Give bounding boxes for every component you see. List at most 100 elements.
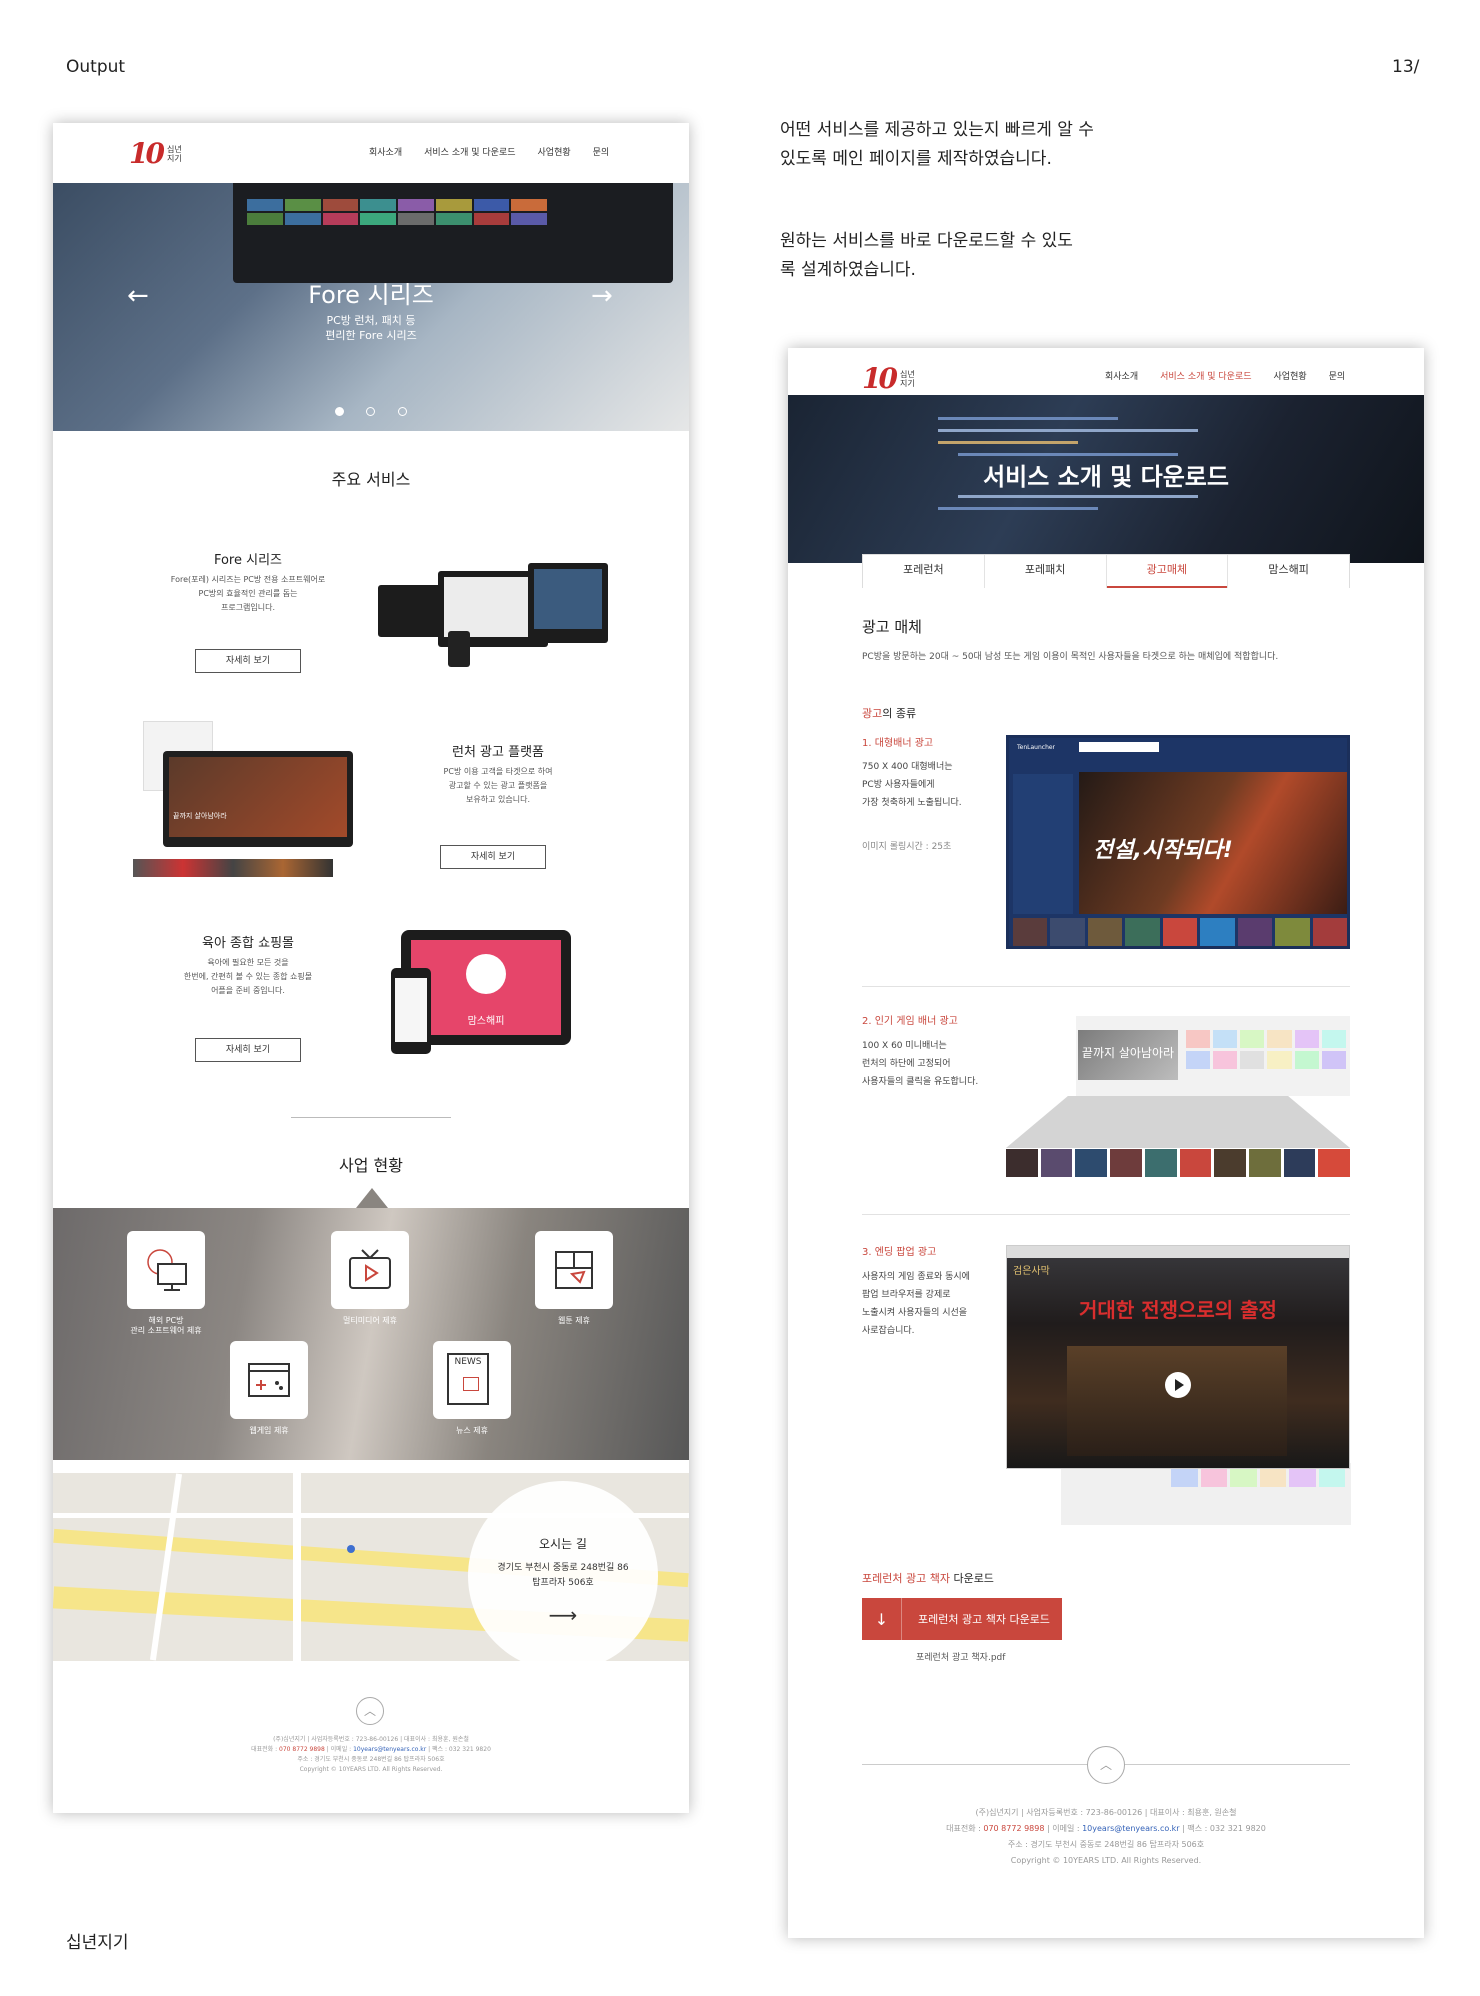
service-fore-desc: Fore(포레) 시리즈는 PC방 전용 소프트웨어로 PC방의 효율적인 관리… [153, 573, 343, 615]
business-label-overseas: 해외 PC방 관리 소프트웨어 제휴 [116, 1316, 216, 1336]
service-shop-desc: 육아에 필요한 모든 것을 한번에, 간편히 볼 수 있는 종합 쇼핑몰 어플을… [153, 956, 343, 998]
nav-right-company[interactable]: 회사소개 [1105, 369, 1138, 382]
service-launcher-more-button[interactable]: 자세히 보기 [440, 845, 546, 869]
map-road-vertical-1 [293, 1473, 301, 1661]
ad2-thumb-7 [1214, 1149, 1246, 1177]
globe-monitor-icon-svg [147, 1249, 187, 1291]
logo-text-right-2: 지기 [899, 378, 915, 388]
main-page-mockup: 10 십년 지기 회사소개 서비스 소개 및 다운로드 사업현황 문의 Fore … [53, 123, 689, 1813]
ad1-thumb-1 [1013, 918, 1048, 946]
business-label-overseas-2: 관리 소프트웨어 제휴 [130, 1326, 202, 1335]
logo[interactable]: 10 십년 지기 [129, 137, 182, 170]
ad2-thumb-10 [1318, 1149, 1351, 1177]
download-button[interactable]: ↓ 포레런처 광고 책자 다운로드 [862, 1598, 1062, 1640]
nav-right-contact[interactable]: 문의 [1329, 369, 1346, 382]
globe-monitor-icon[interactable] [127, 1231, 205, 1309]
ad1-game-text: 전설,시작되다! [1093, 838, 1233, 863]
nav-item-services[interactable]: 서비스 소개 및 다운로드 [424, 145, 515, 158]
hero-next-arrow-icon[interactable]: → [591, 281, 613, 311]
ad2-tile-3 [1240, 1030, 1265, 1048]
ad2-thumb-6 [1179, 1149, 1212, 1177]
footer-email[interactable]: 10years@tenyears.co.kr [353, 1746, 426, 1753]
hero-dot-1[interactable] [335, 407, 344, 416]
map-road-vertical-2 [149, 1473, 183, 1661]
logo-text-right-1: 십년 [899, 369, 915, 379]
banner-code-line-3 [938, 441, 1078, 444]
ad-kinds-title-red: 광고 [862, 707, 883, 720]
launcher-monitor: 끝까지 살아남아라 [163, 751, 353, 847]
ad3-castle [1067, 1346, 1287, 1456]
footer-line-2: 대표전화 : 070 8772 9898 | 이메일 : 10years@ten… [53, 1745, 689, 1755]
service-shop-more-button[interactable]: 자세히 보기 [195, 1038, 301, 1062]
business-label-overseas-1: 해외 PC방 [148, 1316, 184, 1325]
hero-subtitle-1: PC방 런처, 패치 등 [326, 314, 416, 327]
ad3-tile-4 [1259, 1469, 1286, 1487]
ad1-desc-1: 750 X 400 대형배너는 [862, 762, 953, 772]
ad-kinds-title-rest: 의 종류 [882, 707, 917, 720]
tab-fore-patch[interactable]: 포레패치 [985, 555, 1107, 588]
service-fore-more-button[interactable]: 자세히 보기 [195, 649, 301, 673]
ad2-tiles [1186, 1030, 1346, 1069]
footer-line-1: (주)십년지기 | 사업자등록번호 : 723-86-00126 | 대표이사 … [273, 1736, 469, 1743]
ad-divider-1 [862, 986, 1350, 987]
ad3-tile-6 [1318, 1469, 1345, 1487]
hero-prev-arrow-icon[interactable]: ← [127, 281, 149, 311]
banner-code-line-6 [938, 507, 1098, 510]
banner-code-line-1 [938, 417, 1118, 420]
footer-text: (주)십년지기 | 사업자등록번호 : 723-86-00126 | 대표이사 … [53, 1735, 689, 1775]
game-window-icon-svg [248, 1363, 290, 1397]
ad3-desc-4: 사로잡습니다. [862, 1326, 915, 1336]
ad2-tile-5 [1294, 1030, 1319, 1048]
ad3-play-icon[interactable] [1165, 1372, 1191, 1398]
footer-right-email[interactable]: 10years@tenyears.co.kr [1082, 1824, 1180, 1833]
ad1-thumb-row [1013, 918, 1347, 946]
footer-right-email-label: | 이메일 : [1044, 1824, 1083, 1833]
game-window-icon[interactable] [230, 1341, 308, 1419]
ad1-thumb-8 [1275, 918, 1310, 946]
tab-fore-launcher[interactable]: 포레런처 [863, 555, 985, 588]
news-icon[interactable]: NEWS [433, 1341, 511, 1419]
nav-right-services[interactable]: 서비스 소개 및 다운로드 [1160, 369, 1251, 382]
ad3-desc-3: 노출시켜 사용자들의 시선을 [862, 1308, 968, 1318]
launcher-screen [169, 757, 347, 837]
ad2-thumb-1 [1006, 1149, 1038, 1177]
footer-right-phone-label: 대표전화 : [946, 1824, 984, 1833]
download-file-name[interactable]: 포레런처 광고 책자.pdf [916, 1650, 1005, 1663]
hero-dot-3[interactable] [398, 407, 407, 416]
logo-text-2: 지기 [166, 153, 182, 163]
hero-dot-2[interactable] [366, 407, 375, 416]
ad2-desc-2: 런처의 하단에 고정되어 [862, 1059, 951, 1069]
business-section: 해외 PC방 관리 소프트웨어 제휴 멀티미디어 제휴 웹툰 제휴 웹게임 제휴 … [53, 1208, 689, 1460]
hero-subtitle-2: 편리한 Fore 시리즈 [325, 329, 417, 342]
news-icon-box [463, 1377, 479, 1391]
ad2-thumb-row [1006, 1149, 1351, 1177]
service-launcher-desc-1: PC방 이용 고객을 타겟으로 하여 [443, 767, 553, 776]
tab-ad-media[interactable]: 광고매체 [1106, 555, 1229, 588]
scroll-top-icon[interactable]: ︿ [356, 1697, 384, 1725]
ad2-tile-4 [1267, 1030, 1292, 1048]
webtoon-icon[interactable] [535, 1231, 613, 1309]
description-download: 원하는 서비스를 바로 다운로드할 수 있도록 설계하였습니다. [780, 231, 1073, 280]
banner-code-line-2 [938, 429, 1198, 432]
service-shop-desc-1: 육아에 필요한 모든 것을 [207, 958, 289, 967]
ad2-thumb-4 [1110, 1149, 1142, 1177]
nav-item-company[interactable]: 회사소개 [369, 145, 402, 158]
scroll-top-icon-right[interactable]: ︿ [1087, 1746, 1125, 1784]
nav-item-contact[interactable]: 문의 [593, 145, 610, 158]
location-map[interactable]: 오시는 길 경기도 부천시 중동로 248번길 86 탑프라자 506호 ⟶ [53, 1473, 689, 1661]
footer-line-4: Copyright © 10YEARS LTD. All Rights Rese… [299, 1766, 443, 1773]
tv-play-icon[interactable] [331, 1231, 409, 1309]
footer-email-label: | 이메일 : [324, 1746, 354, 1753]
logo-mark-right: 10 [862, 362, 898, 395]
footer-right-line-4: Copyright © 10YEARS LTD. All Rights Rese… [1010, 1856, 1202, 1865]
ad1-launcher-preview: TenLauncher 전설,시작되다! [1006, 735, 1350, 949]
ad3-tile-5 [1289, 1469, 1316, 1487]
logo-right[interactable]: 10 십년 지기 [862, 362, 915, 395]
nav-item-business[interactable]: 사업현황 [538, 145, 571, 158]
tv-play-icon-svg [349, 1249, 391, 1289]
shop-tablet-brand: 맘스해피 [467, 1016, 505, 1027]
hero-slider: Fore 시리즈 PC방 런처, 패치 등 편리한 Fore 시리즈 ← → [53, 183, 689, 431]
nav-right-business[interactable]: 사업현황 [1274, 369, 1307, 382]
tab-momshappy[interactable]: 맘스해피 [1228, 555, 1349, 588]
location-arrow-icon[interactable]: ⟶ [468, 1603, 658, 1627]
